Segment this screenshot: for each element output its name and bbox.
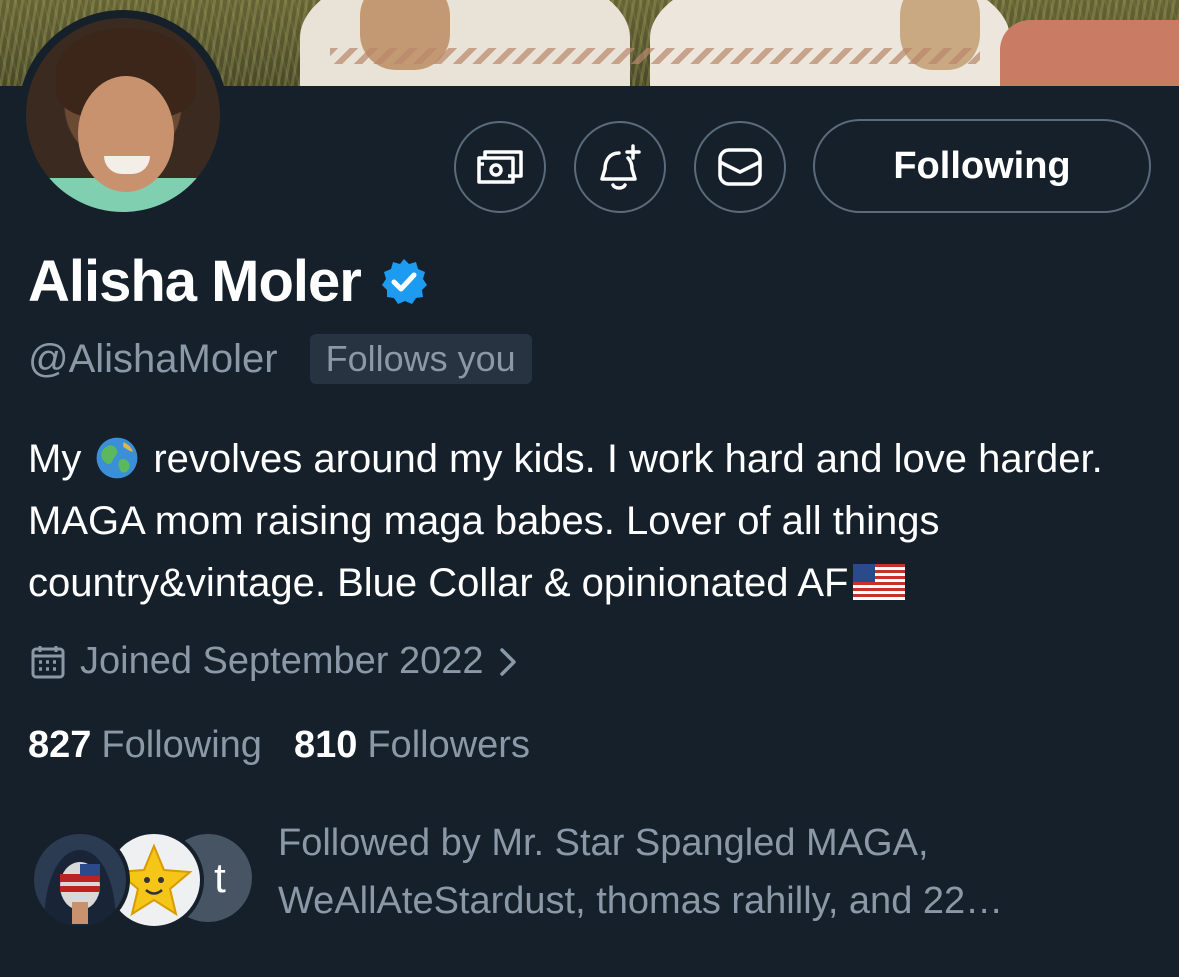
follower-initial: t — [214, 854, 226, 901]
profile-bio: My revolves around my kids. I work hard … — [28, 428, 1158, 614]
banner-blanket — [1000, 20, 1179, 86]
joined-row[interactable]: Joined September 2022 — [30, 640, 518, 683]
followed-by-text[interactable]: Followed by Mr. Star Spangled MAGA, WeAl… — [278, 814, 1158, 930]
follow-stats: 827 Following 810 Followers — [28, 724, 530, 767]
banner-sweater-pattern — [330, 48, 980, 64]
globe-emoji-icon — [96, 437, 138, 479]
banner-figure-left — [300, 0, 630, 86]
joined-date: Joined September 2022 — [80, 640, 484, 682]
us-flag-emoji-icon — [852, 564, 905, 600]
handle-row: @AlishaMoler Follows you — [28, 334, 532, 384]
following-count: 827 — [28, 724, 92, 766]
message-button[interactable] — [694, 121, 786, 213]
follower-avatar-1[interactable] — [30, 830, 130, 930]
followers-count: 810 — [293, 724, 358, 766]
display-name: Alisha Moler — [28, 249, 362, 314]
profile-page: Following Alisha Moler @AlishaMoler Foll… — [0, 0, 1179, 977]
followers-label: Followers — [367, 724, 530, 766]
avatar-face — [78, 76, 174, 192]
tip-button[interactable] — [454, 121, 546, 213]
envelope-icon — [718, 148, 762, 186]
verified-badge-icon[interactable] — [379, 257, 429, 307]
notify-button[interactable] — [574, 121, 666, 213]
following-stat[interactable]: 827 Following — [28, 724, 262, 767]
name-row: Alisha Moler — [28, 248, 429, 315]
calendar-icon — [31, 645, 65, 678]
profile-avatar[interactable] — [18, 10, 228, 220]
username-handle: @AlishaMoler — [28, 336, 278, 381]
follows-you-badge: Follows you — [309, 334, 532, 384]
following-label: Following — [101, 724, 262, 766]
bio-text-start: My — [28, 437, 82, 481]
bell-plus-icon — [600, 144, 641, 190]
chevron-right-icon — [499, 647, 516, 676]
hooded-figure-avatar-icon — [34, 834, 126, 926]
followers-stat[interactable]: 810 Followers — [294, 724, 530, 767]
bio-text-rest: revolves around my kids. I work hard and… — [28, 437, 1103, 605]
following-button[interactable]: Following — [813, 119, 1151, 213]
avatar-image — [26, 18, 220, 212]
money-icon — [477, 150, 523, 184]
